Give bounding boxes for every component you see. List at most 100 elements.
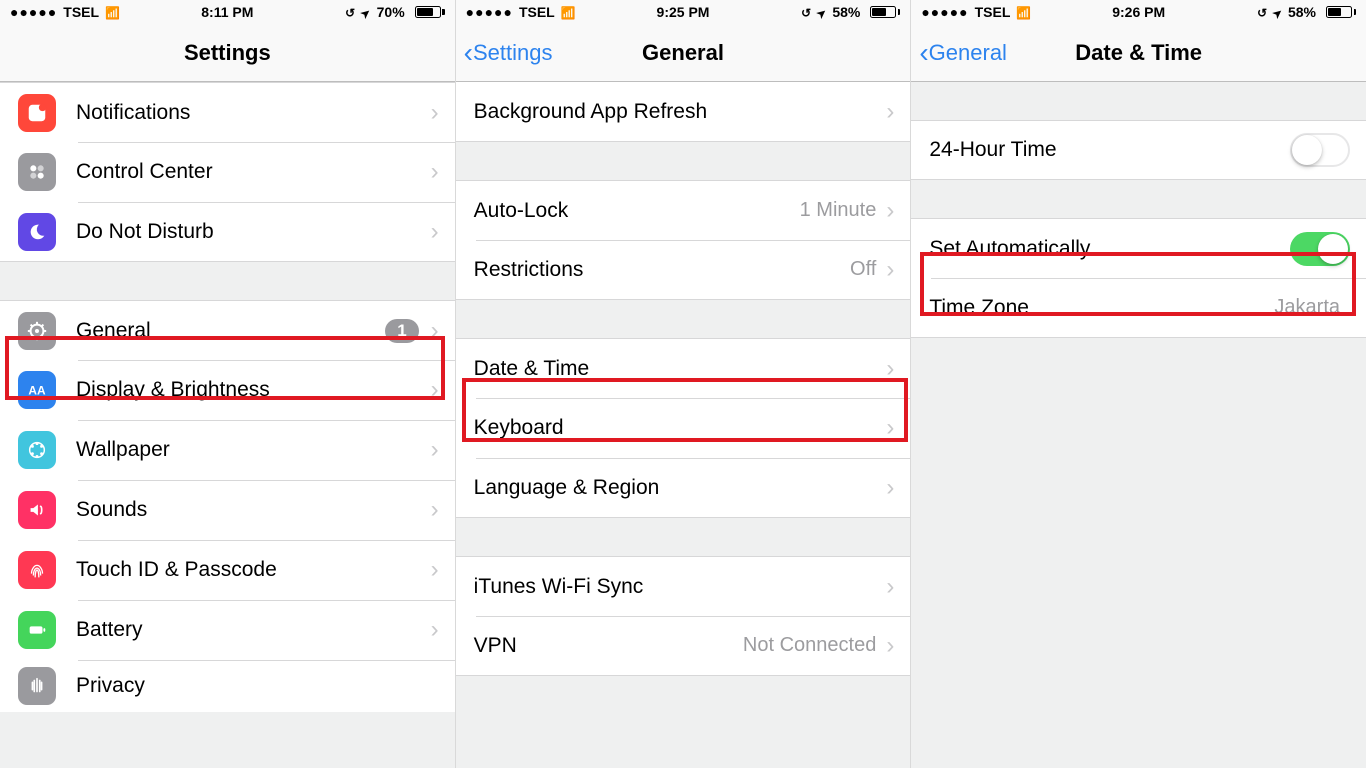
row-display-brightness[interactable]: AA Display & Brightness ›: [0, 360, 455, 420]
privacy-icon: [18, 667, 56, 705]
status-bar: ●●●●● TSEL 8:11 PM 70%: [0, 0, 455, 24]
display-icon: AA: [18, 371, 56, 409]
row-itunes-wifi-sync[interactable]: iTunes Wi-Fi Sync ›: [456, 556, 911, 616]
row-general[interactable]: General 1 ›: [0, 300, 455, 360]
signal-dots-icon: ●●●●●: [466, 4, 513, 20]
row-label: Sounds: [76, 498, 431, 522]
orientation-lock-icon: [801, 4, 811, 20]
battery-percent: 58%: [832, 4, 860, 20]
battery-percent: 58%: [1288, 4, 1316, 20]
row-label: 24-Hour Time: [929, 138, 1290, 162]
row-label: Touch ID & Passcode: [76, 558, 431, 582]
row-label: Keyboard: [474, 416, 887, 440]
sounds-icon: [18, 491, 56, 529]
touchid-icon: [18, 551, 56, 589]
page-title: General: [642, 40, 724, 66]
three-pane-tutorial: ●●●●● TSEL 8:11 PM 70% Settings Notifica…: [0, 0, 1366, 768]
badge-count: 1: [385, 319, 418, 343]
row-label: Set Automatically: [929, 237, 1290, 261]
control-center-icon: [18, 153, 56, 191]
row-date-time[interactable]: Date & Time ›: [456, 338, 911, 398]
wifi-icon: [561, 4, 576, 20]
row-label: VPN: [474, 634, 743, 658]
row-label: Do Not Disturb: [76, 220, 431, 244]
location-arrow-icon: [1273, 4, 1282, 20]
row-privacy[interactable]: Privacy: [0, 660, 455, 712]
orientation-lock-icon: [345, 4, 355, 20]
row-background-app-refresh[interactable]: Background App Refresh ›: [456, 82, 911, 142]
chevron-left-icon: ‹: [919, 39, 928, 67]
row-language-region[interactable]: Language & Region ›: [456, 458, 911, 518]
toggle-set-automatically[interactable]: [1290, 232, 1350, 266]
row-detail: 1 Minute: [800, 199, 877, 222]
chevron-right-icon: ›: [431, 220, 439, 244]
row-detail: Not Connected: [743, 634, 876, 657]
pane-general: ●●●●● TSEL 9:25 PM 58% ‹ Settings Genera…: [455, 0, 911, 768]
row-detail: Jakarta: [1274, 296, 1340, 319]
back-button[interactable]: ‹ General: [919, 39, 1007, 67]
clock: 9:26 PM: [1112, 4, 1165, 20]
row-vpn[interactable]: VPN Not Connected ›: [456, 616, 911, 676]
wifi-icon: [105, 4, 120, 20]
back-button[interactable]: ‹ Settings: [464, 39, 553, 67]
row-wallpaper[interactable]: Wallpaper ›: [0, 420, 455, 480]
svg-text:AA: AA: [28, 384, 46, 398]
location-arrow-icon: [817, 4, 826, 20]
row-label: Privacy: [76, 674, 439, 698]
wallpaper-icon: [18, 431, 56, 469]
row-do-not-disturb[interactable]: Do Not Disturb ›: [0, 202, 455, 262]
row-time-zone[interactable]: Time Zone Jakarta: [911, 278, 1366, 338]
chevron-left-icon: ‹: [464, 39, 473, 67]
status-bar: ●●●●● TSEL 9:26 PM 58%: [911, 0, 1366, 24]
row-label: Background App Refresh: [474, 100, 887, 124]
pane-settings: ●●●●● TSEL 8:11 PM 70% Settings Notifica…: [0, 0, 455, 768]
toggle-24-hour[interactable]: [1290, 133, 1350, 167]
clock: 8:11 PM: [201, 4, 253, 20]
row-notifications[interactable]: Notifications ›: [0, 82, 455, 142]
battery-percent: 70%: [377, 4, 405, 20]
row-label: Notifications: [76, 101, 431, 125]
clock: 9:25 PM: [657, 4, 710, 20]
row-restrictions[interactable]: Restrictions Off ›: [456, 240, 911, 300]
battery-icon: [1322, 6, 1356, 18]
row-battery[interactable]: Battery ›: [0, 600, 455, 660]
row-keyboard[interactable]: Keyboard ›: [456, 398, 911, 458]
signal-dots-icon: ●●●●●: [921, 4, 968, 20]
row-set-automatically[interactable]: Set Automatically: [911, 218, 1366, 278]
general-icon: [18, 312, 56, 350]
page-title: Settings: [184, 40, 271, 66]
battery-app-icon: [18, 611, 56, 649]
battery-icon: [866, 6, 900, 18]
chevron-right-icon: ›: [431, 438, 439, 462]
row-24-hour-time[interactable]: 24-Hour Time: [911, 120, 1366, 180]
back-label: Settings: [473, 40, 553, 66]
chevron-right-icon: ›: [886, 199, 894, 223]
nav-bar: ‹ Settings General: [456, 24, 911, 82]
carrier-label: TSEL: [975, 4, 1011, 20]
chevron-right-icon: ›: [886, 476, 894, 500]
carrier-label: TSEL: [519, 4, 555, 20]
chevron-right-icon: ›: [886, 575, 894, 599]
row-label: Restrictions: [474, 258, 850, 282]
row-label: Language & Region: [474, 476, 887, 500]
back-label: General: [929, 40, 1007, 66]
row-touch-id[interactable]: Touch ID & Passcode ›: [0, 540, 455, 600]
orientation-lock-icon: [1257, 4, 1267, 20]
chevron-right-icon: ›: [431, 498, 439, 522]
wifi-icon: [1016, 4, 1031, 20]
chevron-right-icon: ›: [886, 100, 894, 124]
battery-icon: [411, 6, 445, 18]
row-label: Control Center: [76, 160, 431, 184]
chevron-right-icon: ›: [431, 160, 439, 184]
page-title: Date & Time: [1075, 40, 1202, 66]
row-auto-lock[interactable]: Auto-Lock 1 Minute ›: [456, 180, 911, 240]
chevron-right-icon: ›: [886, 357, 894, 381]
chevron-right-icon: ›: [431, 319, 439, 343]
chevron-right-icon: ›: [886, 634, 894, 658]
status-bar: ●●●●● TSEL 9:25 PM 58%: [456, 0, 911, 24]
row-control-center[interactable]: Control Center ›: [0, 142, 455, 202]
pane-date-time: ●●●●● TSEL 9:26 PM 58% ‹ General Date & …: [910, 0, 1366, 768]
row-label: Wallpaper: [76, 438, 431, 462]
chevron-right-icon: ›: [431, 101, 439, 125]
row-sounds[interactable]: Sounds ›: [0, 480, 455, 540]
